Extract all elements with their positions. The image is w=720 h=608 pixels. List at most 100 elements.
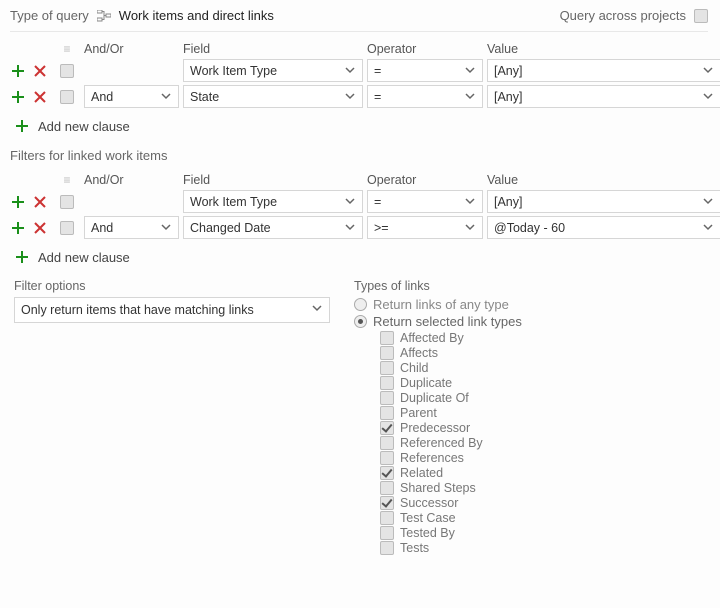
radio-any-type[interactable]: Return links of any type (354, 297, 704, 312)
query-type-name: Work items and direct links (119, 8, 274, 23)
linked-section-title: Filters for linked work items (10, 148, 708, 163)
link-type-checkbox[interactable] (380, 526, 394, 540)
chevron-down-icon (464, 64, 478, 78)
link-type-label: Parent (400, 406, 437, 420)
remove-clause-button[interactable] (32, 194, 48, 210)
link-type-row[interactable]: Child (380, 361, 704, 375)
link-type-checkbox[interactable] (380, 391, 394, 405)
col-operator: Operator (367, 173, 483, 187)
row-select-checkbox[interactable] (60, 90, 74, 104)
radio-any-label: Return links of any type (373, 297, 509, 312)
link-type-row[interactable]: Predecessor (380, 421, 704, 435)
link-type-checkbox[interactable] (380, 436, 394, 450)
value-select[interactable]: [Any] (487, 59, 720, 82)
cross-projects-checkbox[interactable] (694, 9, 708, 23)
link-type-checkbox[interactable] (380, 511, 394, 525)
link-type-row[interactable]: Tested By (380, 526, 704, 540)
link-type-checkbox[interactable] (380, 496, 394, 510)
link-type-checkbox[interactable] (380, 406, 394, 420)
link-type-label: Duplicate (400, 376, 452, 390)
filter-options-label: Filter options (14, 279, 330, 293)
link-type-row[interactable]: Affected By (380, 331, 704, 345)
main-filter-header: ≡ And/Or Field Operator Value (10, 42, 708, 56)
main-filter-row: Work Item Type=[Any] (10, 59, 708, 82)
value-select[interactable]: @Today - 60 (487, 216, 720, 239)
link-type-row[interactable]: Related (380, 466, 704, 480)
chevron-down-icon (344, 90, 358, 104)
link-type-checkbox[interactable] (380, 451, 394, 465)
chevron-down-icon (702, 64, 716, 78)
value-select[interactable]: [Any] (487, 190, 720, 213)
link-type-label: Child (400, 361, 429, 375)
link-type-label: Shared Steps (400, 481, 476, 495)
add-clause-label: Add new clause (38, 119, 130, 134)
andor-select[interactable]: And (84, 216, 179, 239)
value-select[interactable]: [Any] (487, 85, 720, 108)
chevron-down-icon (702, 195, 716, 209)
query-header: Type of query Work items and direct link… (10, 8, 708, 32)
cross-projects-label: Query across projects (560, 8, 686, 23)
col-andor: And/Or (84, 173, 179, 187)
query-type-icon (97, 10, 111, 22)
link-type-label: Tests (400, 541, 429, 555)
insert-clause-button[interactable] (10, 63, 26, 79)
link-type-label: Referenced By (400, 436, 483, 450)
plus-icon (14, 118, 30, 134)
operator-select[interactable]: = (367, 190, 483, 213)
radio-selected-types[interactable]: Return selected link types (354, 314, 704, 329)
operator-select[interactable]: = (367, 85, 483, 108)
link-type-checkbox[interactable] (380, 466, 394, 480)
insert-clause-button[interactable] (10, 220, 26, 236)
link-type-row[interactable]: Duplicate (380, 376, 704, 390)
field-select[interactable]: Work Item Type (183, 59, 363, 82)
add-clause-main[interactable]: Add new clause (14, 118, 708, 134)
reorder-icon: ≡ (54, 42, 80, 56)
insert-clause-button[interactable] (10, 194, 26, 210)
andor-select[interactable]: And (84, 85, 179, 108)
main-filter-row: AndState=[Any] (10, 85, 708, 108)
link-type-checkbox[interactable] (380, 346, 394, 360)
link-type-row[interactable]: Tests (380, 541, 704, 555)
field-select[interactable]: Work Item Type (183, 190, 363, 213)
link-type-label: References (400, 451, 464, 465)
chevron-down-icon (160, 221, 174, 235)
link-type-row[interactable]: Referenced By (380, 436, 704, 450)
insert-clause-button[interactable] (10, 89, 26, 105)
link-type-row[interactable]: Affects (380, 346, 704, 360)
link-type-label: Related (400, 466, 443, 480)
link-type-row[interactable]: Duplicate Of (380, 391, 704, 405)
reorder-icon: ≡ (54, 173, 80, 187)
add-clause-linked[interactable]: Add new clause (14, 249, 708, 265)
link-type-checkbox[interactable] (380, 541, 394, 555)
link-type-row[interactable]: Shared Steps (380, 481, 704, 495)
chevron-down-icon (464, 221, 478, 235)
row-select-checkbox[interactable] (60, 195, 74, 209)
col-andor: And/Or (84, 42, 179, 56)
row-select-checkbox[interactable] (60, 221, 74, 235)
link-type-checkbox[interactable] (380, 361, 394, 375)
link-type-checkbox[interactable] (380, 481, 394, 495)
remove-clause-button[interactable] (32, 63, 48, 79)
chevron-down-icon (311, 302, 325, 316)
field-select[interactable]: State (183, 85, 363, 108)
operator-select[interactable]: >= (367, 216, 483, 239)
chevron-down-icon (702, 90, 716, 104)
field-select[interactable]: Changed Date (183, 216, 363, 239)
chevron-down-icon (344, 64, 358, 78)
chevron-down-icon (344, 221, 358, 235)
link-types-label: Types of links (354, 279, 704, 293)
link-type-checkbox[interactable] (380, 421, 394, 435)
link-type-row[interactable]: References (380, 451, 704, 465)
row-select-checkbox[interactable] (60, 64, 74, 78)
link-type-row[interactable]: Test Case (380, 511, 704, 525)
link-type-checkbox[interactable] (380, 331, 394, 345)
link-type-checkbox[interactable] (380, 376, 394, 390)
operator-select[interactable]: = (367, 59, 483, 82)
link-type-row[interactable]: Successor (380, 496, 704, 510)
linked-filter-row: AndChanged Date>=@Today - 60 (10, 216, 708, 239)
chevron-down-icon (702, 221, 716, 235)
filter-options-select[interactable]: Only return items that have matching lin… (14, 297, 330, 323)
remove-clause-button[interactable] (32, 220, 48, 236)
remove-clause-button[interactable] (32, 89, 48, 105)
link-type-row[interactable]: Parent (380, 406, 704, 420)
